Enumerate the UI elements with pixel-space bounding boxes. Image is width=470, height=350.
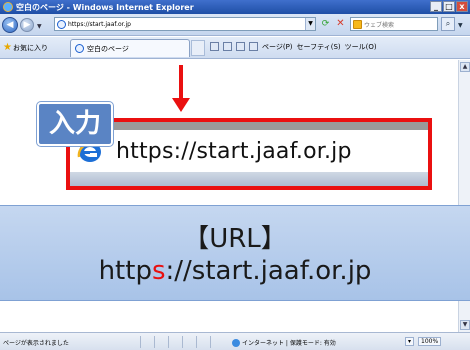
refresh-button[interactable]: ⟳	[319, 18, 332, 31]
caption-url-part2: ://start.jaaf.or.jp	[165, 256, 372, 286]
mail-icon[interactable]	[236, 42, 245, 51]
tab-toolbar: ★ お気に入り 空白のページ ページ(P) セーフティ(S) ツール(O)	[0, 37, 470, 59]
status-cell	[140, 336, 154, 348]
tools-menu[interactable]: ツール(O)	[345, 42, 377, 52]
favorites-button[interactable]: ★ お気に入り	[3, 42, 48, 53]
status-cell	[168, 336, 182, 348]
window-controls: _ □ x	[430, 1, 468, 12]
address-dropdown-icon[interactable]: ▼	[305, 18, 315, 30]
command-bar: ページ(P) セーフティ(S) ツール(O)	[210, 42, 377, 52]
status-text: ページが表示されました	[3, 340, 69, 347]
forward-button[interactable]: ▶	[20, 18, 34, 32]
globe-icon	[232, 338, 240, 347]
zone-text: インターネット | 保護モード: 有効	[242, 340, 336, 347]
search-input[interactable]: ウェブ検索	[364, 20, 394, 29]
caption-url: https://start.jaaf.or.jp	[0, 256, 470, 286]
address-bar[interactable]: https://start.jaaf.or.jp ▼	[54, 17, 316, 31]
scroll-up-icon[interactable]: ▲	[460, 62, 470, 72]
favorites-star-icon: ★	[3, 42, 12, 53]
pointer-arrow-icon	[172, 98, 190, 112]
zoom-frame-bottom	[70, 172, 428, 186]
protected-mode-icon[interactable]: ▾	[405, 337, 415, 346]
ie-logo-icon	[3, 2, 13, 12]
tab-favicon-icon	[75, 44, 84, 53]
favorites-label: お気に入り	[12, 43, 48, 52]
print-icon[interactable]	[249, 42, 258, 51]
tab-blank-page[interactable]: 空白のページ	[70, 39, 190, 57]
search-options-icon[interactable]: ▼	[458, 22, 463, 29]
maximize-button[interactable]: □	[443, 1, 455, 12]
history-dropdown-icon[interactable]: ▼	[37, 23, 42, 30]
stop-button[interactable]: ✕	[334, 18, 347, 31]
status-cell	[154, 336, 168, 348]
zoom-control: ▾ 100%	[405, 337, 442, 346]
status-cell	[210, 336, 224, 348]
search-provider-icon	[353, 19, 362, 29]
security-zone[interactable]: インターネット | 保護モード: 有効	[232, 338, 336, 347]
caption-url-highlight: s	[151, 256, 166, 286]
status-cells	[140, 336, 224, 348]
input-instruction-label: 入力	[37, 102, 113, 146]
zoom-frame-top	[70, 122, 428, 130]
status-bar: ページが表示されました インターネット | 保護モード: 有効 ▾ 100%	[0, 332, 470, 350]
address-input[interactable]: https://start.jaaf.or.jp	[68, 21, 131, 28]
caption-title: 【URL】	[183, 224, 287, 254]
search-button[interactable]: ⌕	[441, 17, 455, 31]
close-button[interactable]: x	[456, 1, 468, 12]
tab-label: 空白のページ	[87, 44, 129, 53]
scroll-down-icon[interactable]: ▼	[460, 320, 470, 330]
back-button[interactable]: ◀	[2, 17, 18, 33]
zoom-level[interactable]: 100%	[418, 337, 442, 346]
page-menu[interactable]: ページ(P)	[262, 42, 293, 52]
minimize-button[interactable]: _	[430, 1, 442, 12]
new-tab-button[interactable]	[191, 40, 205, 56]
pointer-line	[179, 65, 183, 101]
home-icon[interactable]	[210, 42, 219, 51]
status-cell	[196, 336, 210, 348]
window-title: 空白のページ - Windows Internet Explorer	[16, 2, 194, 12]
caption-url-part1: http	[98, 256, 152, 286]
address-toolbar: ◀ ▶ ▼ https://start.jaaf.or.jp ▼ ⟳ ✕ ウェブ…	[0, 14, 470, 36]
zoomed-address-bar: https://start.jaaf.or.jp	[66, 118, 432, 190]
feeds-icon[interactable]	[223, 42, 232, 51]
safety-menu[interactable]: セーフティ(S)	[297, 42, 341, 52]
zoom-url-text: https://start.jaaf.or.jp	[116, 138, 352, 164]
url-caption-box: 【URL】 https://start.jaaf.or.jp	[0, 205, 470, 301]
window-titlebar: 空白のページ - Windows Internet Explorer _ □ x	[0, 0, 470, 14]
status-cell	[182, 336, 196, 348]
search-box[interactable]: ウェブ検索	[350, 17, 438, 31]
page-favicon-icon	[57, 19, 66, 29]
zoom-url-row: https://start.jaaf.or.jp	[70, 130, 428, 172]
